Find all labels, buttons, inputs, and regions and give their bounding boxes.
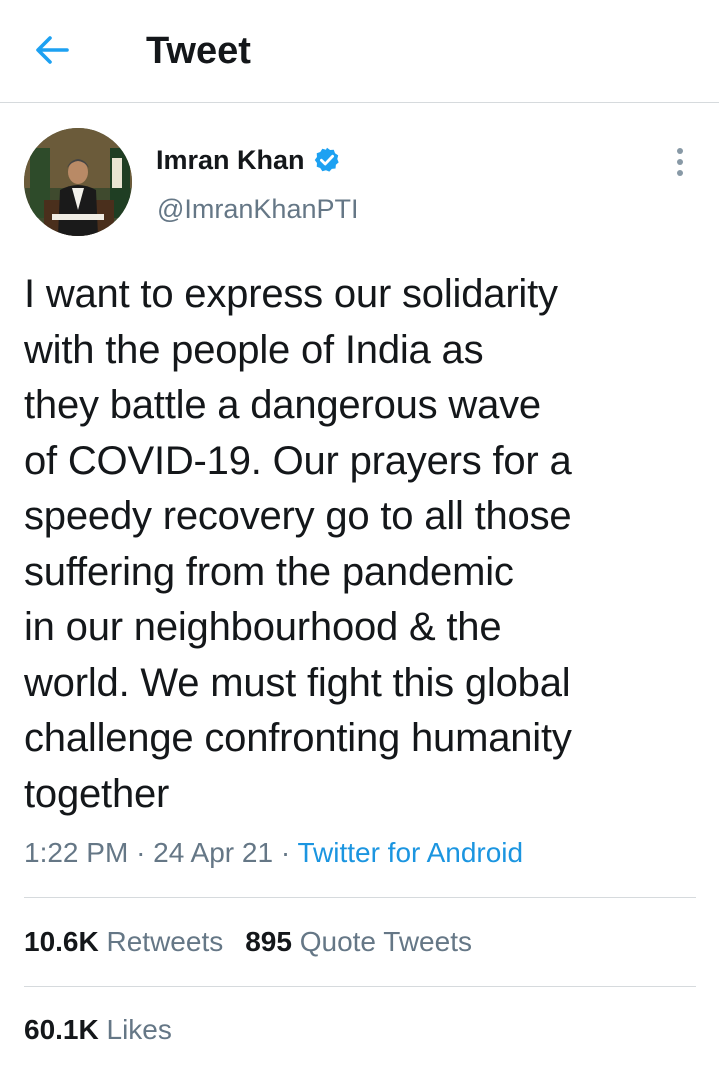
divider: [24, 986, 696, 987]
avatar-image: [24, 128, 132, 236]
quote-tweets-stat[interactable]: 895 Quote Tweets: [245, 926, 472, 957]
quote-tweets-label: Quote Tweets: [299, 926, 472, 957]
top-app-bar: Tweet: [0, 0, 719, 103]
page-title: Tweet: [146, 30, 251, 72]
tweet-source-link[interactable]: Twitter for Android: [297, 837, 523, 868]
retweets-count: 10.6K: [24, 926, 99, 957]
tweet-text: I want to express our solidarity with th…: [24, 272, 572, 816]
more-options-button[interactable]: [664, 144, 696, 180]
retweets-stat[interactable]: 10.6K Retweets: [24, 926, 223, 957]
likes-label: Likes: [106, 1014, 172, 1045]
meta-separator: ·: [136, 837, 146, 868]
tweet-time: 1:22 PM: [24, 837, 129, 868]
tweet-date: 24 Apr 21: [153, 837, 274, 868]
more-vertical-icon: [677, 148, 683, 176]
likes-count: 60.1K: [24, 1014, 99, 1045]
likes-stats-row: 60.1K Likes: [24, 1013, 194, 1047]
avatar[interactable]: [24, 128, 132, 236]
divider: [24, 897, 696, 898]
verified-badge-icon: [314, 147, 339, 172]
quote-tweets-count: 895: [245, 926, 292, 957]
meta-separator: ·: [280, 837, 291, 868]
back-arrow-icon: [36, 36, 69, 64]
back-button[interactable]: [30, 30, 74, 70]
author-handle[interactable]: @ImranKhanPTI: [157, 193, 359, 225]
author-display-name[interactable]: Imran Khan: [156, 144, 305, 176]
likes-stat[interactable]: 60.1K Likes: [24, 1014, 172, 1045]
tweet-meta: 1:22 PM · 24 Apr 21 · Twitter for Androi…: [24, 836, 523, 870]
author-name-row[interactable]: Imran Khan: [156, 143, 341, 177]
retweets-label: Retweets: [106, 926, 224, 957]
retweet-stats-row: 10.6K Retweets 895 Quote Tweets: [24, 925, 494, 959]
